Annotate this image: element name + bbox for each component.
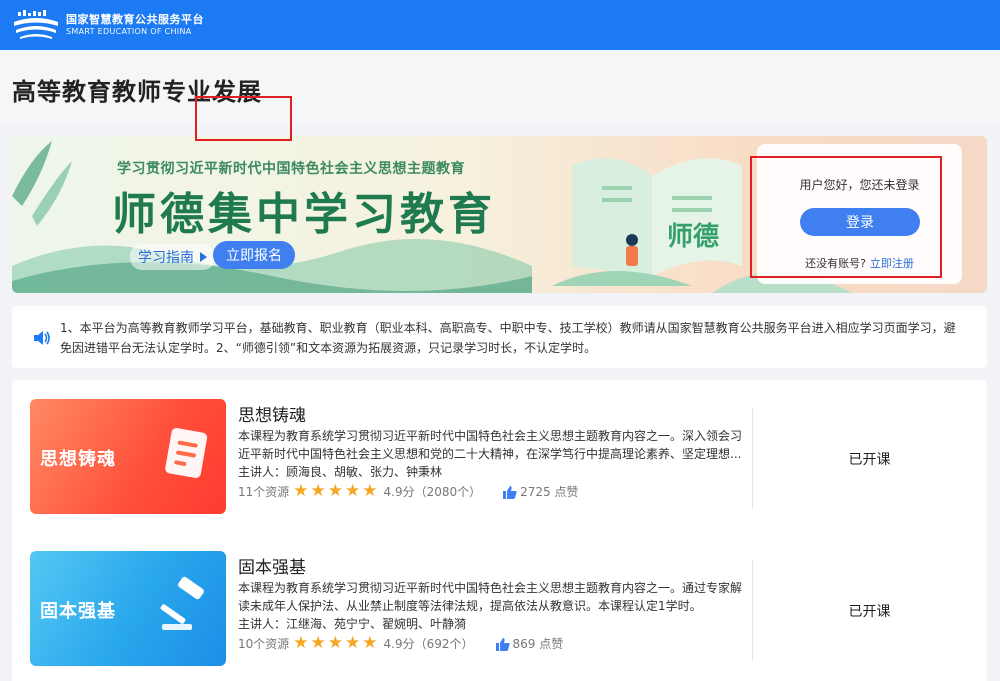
course-title[interactable]: 固本强基 bbox=[238, 553, 306, 578]
course-description: 本课程为教育系统学习贯彻习近平新时代中国特色社会主义思想主题教育内容之一。深入领… bbox=[238, 429, 743, 461]
platform-logo-icon[interactable] bbox=[12, 10, 60, 40]
thumbs-up-icon bbox=[503, 485, 517, 499]
star-icon: ★ bbox=[293, 633, 309, 653]
like-count[interactable]: 2725 点赞 bbox=[503, 483, 579, 500]
star-rating: ★ ★ ★ ★ ★ bbox=[293, 635, 379, 652]
rating-text: 4.9分（2080个） bbox=[383, 485, 482, 499]
star-icon: ★ bbox=[327, 633, 344, 653]
study-guide-label: 学习指南 bbox=[138, 250, 194, 266]
star-rating: ★ ★ ★ ★ ★ bbox=[293, 483, 379, 500]
cover-label: 固本强基 bbox=[40, 601, 116, 622]
star-icon: ★ bbox=[345, 633, 361, 653]
page-header: 高等教育教师专业发展 bbox=[0, 50, 1000, 126]
banner-title: 师德集中学习教育 bbox=[112, 189, 496, 240]
course-list: 思想铸魂 思想铸魂 本课程为教育系统学习贯彻习近平新时代中国特色社会主义思想主题… bbox=[12, 380, 987, 681]
star-icon: ★ bbox=[327, 481, 344, 501]
star-icon: ★ bbox=[362, 633, 378, 653]
platform-name-en: SMART EDUCATION OF CHINA bbox=[66, 27, 192, 36]
course-teachers: 主讲人：顾海良、胡敏、张力、钟秉林 bbox=[238, 465, 443, 479]
like-count-text: 869 点赞 bbox=[512, 637, 564, 651]
highlight-box-enroll bbox=[195, 96, 292, 141]
course-meta: 10个资源 ★ ★ ★ ★ ★ 4.9分（692个） 869 点赞 bbox=[238, 635, 563, 652]
course-status: 已开课 bbox=[848, 452, 891, 468]
course-description: 本课程为教育系统学习贯彻习近平新时代中国特色社会主义思想主题教育内容之一。通过专… bbox=[238, 581, 743, 613]
rating-text: 4.9分（692个） bbox=[383, 637, 474, 651]
course-cover[interactable]: 思想铸魂 bbox=[30, 399, 226, 514]
course-meta: 11个资源 ★ ★ ★ ★ ★ 4.9分（2080个） 2725 点赞 bbox=[238, 483, 579, 500]
enroll-now-button[interactable]: 立即报名 bbox=[213, 241, 295, 269]
course-status: 已开课 bbox=[848, 604, 891, 620]
course-teachers: 主讲人：江继海、苑宁宁、翟婉明、叶静漪 bbox=[238, 617, 467, 631]
thumbs-up-icon bbox=[495, 637, 510, 651]
like-count-text: 2725 点赞 bbox=[520, 485, 579, 499]
course-item[interactable]: 固本强基 固本强基 本课程为教育系统学习贯彻习近平新时代中国特色社会主义思想主题… bbox=[12, 551, 987, 671]
gavel-icon bbox=[160, 576, 204, 630]
document-icon bbox=[165, 428, 208, 478]
resource-count: 11个资源 bbox=[238, 485, 290, 499]
course-item[interactable]: 思想铸魂 思想铸魂 本课程为教育系统学习贯彻习近平新时代中国特色社会主义思想主题… bbox=[12, 399, 987, 519]
star-icon: ★ bbox=[362, 481, 378, 501]
study-guide-link[interactable]: 学习指南 bbox=[130, 244, 215, 270]
star-icon: ★ bbox=[310, 481, 326, 501]
resource-count: 10个资源 bbox=[238, 637, 290, 651]
star-icon: ★ bbox=[293, 481, 309, 501]
top-bar: 国家智慧教育公共服务平台 SMART EDUCATION OF CHINA bbox=[0, 0, 1000, 50]
play-arrow-icon bbox=[200, 252, 207, 262]
notice-bar: 1、本平台为高等教育教师学习平台，基础教育、职业教育（职业本科、高职高专、中职中… bbox=[12, 306, 987, 368]
banner-subtitle: 学习贯彻习近平新时代中国特色社会主义思想主题教育 bbox=[117, 161, 465, 177]
star-icon: ★ bbox=[310, 633, 326, 653]
course-title[interactable]: 思想铸魂 bbox=[238, 401, 306, 426]
cover-label: 思想铸魂 bbox=[40, 449, 116, 470]
star-icon: ★ bbox=[345, 481, 361, 501]
platform-name[interactable]: 国家智慧教育公共服务平台 SMART EDUCATION OF CHINA bbox=[66, 13, 204, 37]
speaker-icon bbox=[34, 331, 50, 345]
highlight-box-login bbox=[750, 156, 942, 278]
like-count[interactable]: 869 点赞 bbox=[495, 635, 564, 652]
book-text: 师德 bbox=[667, 222, 720, 252]
course-cover[interactable]: 固本强基 bbox=[30, 551, 226, 666]
platform-name-cn: 国家智慧教育公共服务平台 bbox=[66, 13, 204, 26]
notice-text: 1、本平台为高等教育教师学习平台，基础教育、职业教育（职业本科、高职高专、中职中… bbox=[60, 321, 956, 355]
